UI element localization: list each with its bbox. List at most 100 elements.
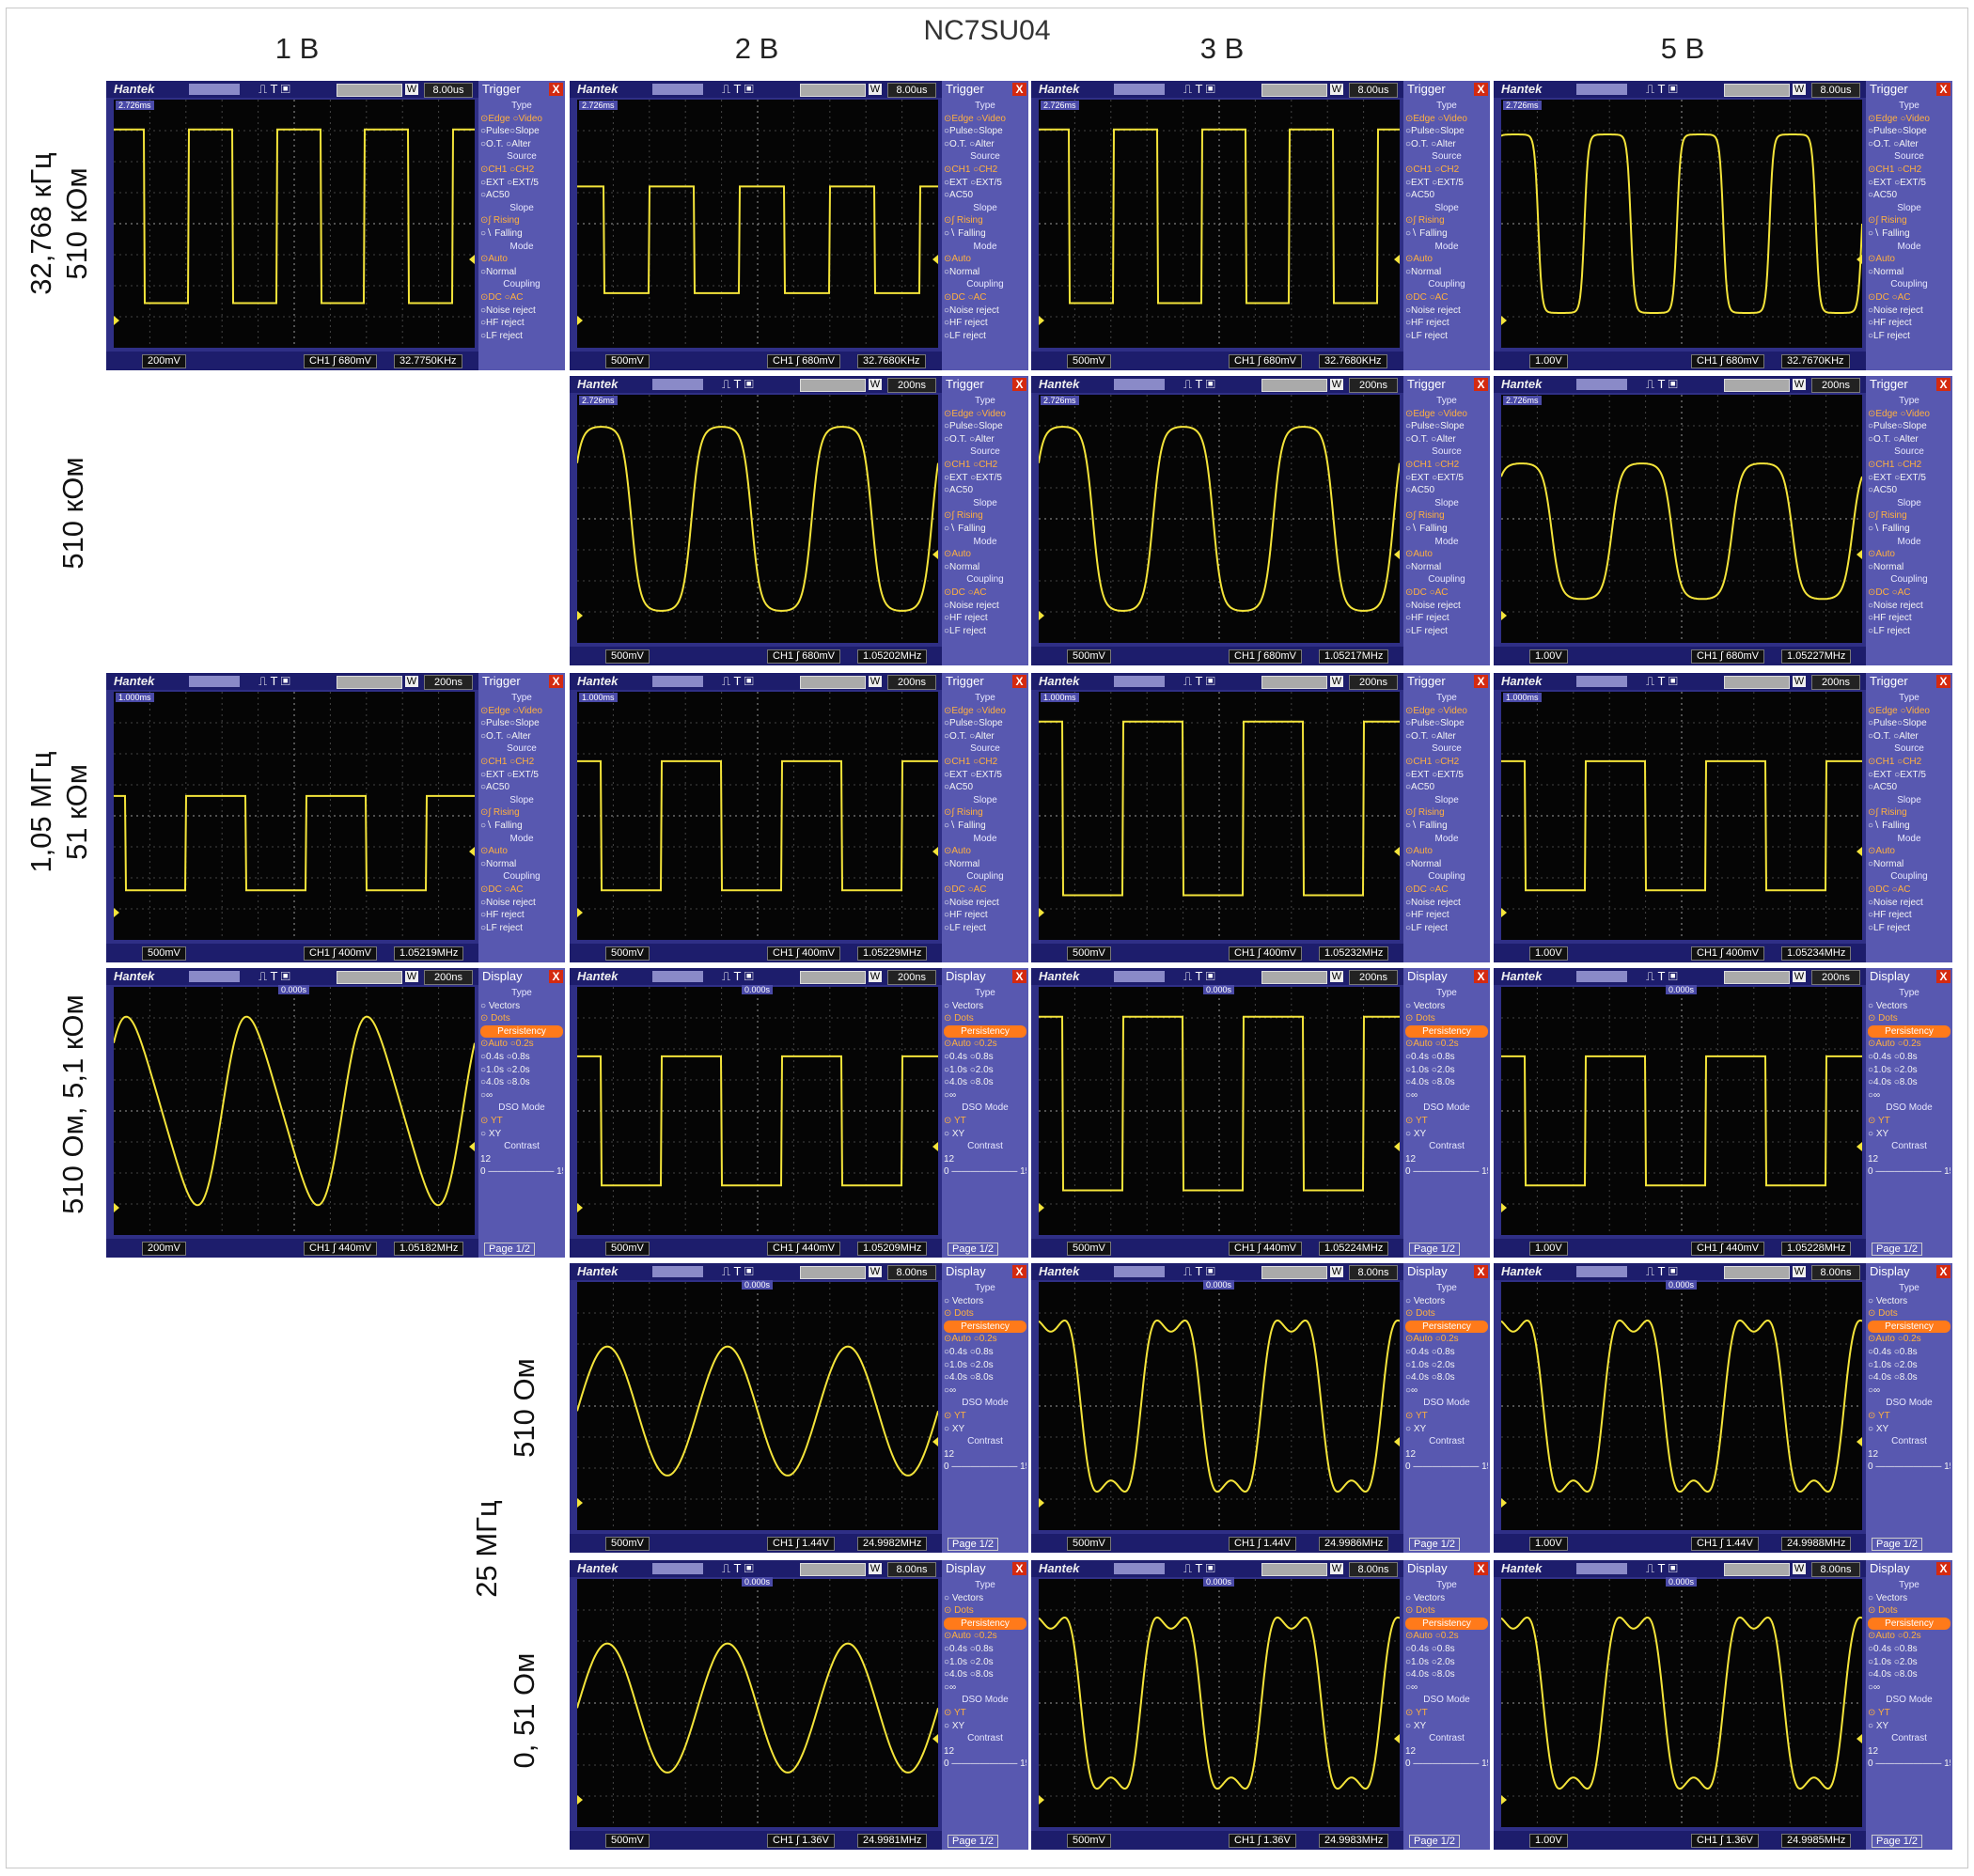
waveform-screen[interactable]: 0.000s [1038, 1577, 1401, 1827]
menu-item[interactable]: ⊙Edge ○Video [944, 113, 1026, 126]
menu-item[interactable]: ○∞ [944, 1681, 1026, 1695]
page-button[interactable]: Page 1/2 [948, 1243, 999, 1256]
waveform-screen[interactable]: 0.000s [577, 985, 938, 1235]
close-icon[interactable]: X [1936, 1265, 1950, 1278]
waveform-screen[interactable]: 1.000ms [114, 692, 475, 940]
menu-item[interactable]: ○O.T. ○Alter [1405, 730, 1488, 743]
menu-item[interactable]: ○Normal [944, 858, 1026, 871]
menu-item[interactable]: ○Normal [480, 858, 563, 871]
menu-item[interactable]: ⊙CH1 ○CH2 [1868, 164, 1950, 177]
menu-item[interactable]: ○∖ Falling [944, 227, 1026, 241]
run-control-icons[interactable] [1114, 84, 1165, 95]
menu-item[interactable]: ⊙ YT [1405, 1707, 1488, 1720]
menu-item[interactable]: ⊙ YT [1868, 1707, 1950, 1720]
menu-item[interactable]: ○AC50 [1868, 484, 1950, 497]
menu-item[interactable]: ○ Vectors [944, 1592, 1026, 1605]
menu-item[interactable]: ○ Vectors [944, 1295, 1026, 1308]
menu-item[interactable]: 0 ——————— 15 [1868, 1758, 1950, 1771]
menu-item[interactable]: ⊙Edge ○Video [480, 113, 563, 126]
waveform-screen[interactable]: 0.000s [113, 985, 476, 1235]
menu-item[interactable]: ○Pulse○Slope [480, 717, 563, 730]
menu-item[interactable]: ⊙CH1 ○CH2 [1405, 756, 1488, 769]
waveform-screen[interactable]: 2.726ms [1039, 100, 1400, 348]
ground-marker[interactable] [1501, 316, 1507, 325]
menu-item[interactable]: ⊙DC ○AC [480, 291, 563, 305]
trigger-icon[interactable]: ⎍ T ▣ [1646, 1264, 1678, 1279]
close-icon[interactable]: X [549, 970, 563, 983]
menu-item[interactable]: ○∞ [1868, 1089, 1950, 1102]
menu-item[interactable]: ⊙Auto [1868, 253, 1950, 266]
menu-item[interactable]: ⊙Auto ○0.2s [1405, 1038, 1488, 1051]
trigger-icon[interactable]: ⎍ T ▣ [722, 377, 754, 392]
close-icon[interactable]: X [1474, 1265, 1488, 1278]
menu-item[interactable]: ○O.T. ○Alter [480, 730, 563, 743]
menu-item[interactable]: ○0.4s ○0.8s [944, 1643, 1026, 1656]
menu-item[interactable]: ○LF reject [944, 922, 1026, 935]
menu-item[interactable]: ○0.4s ○0.8s [1405, 1051, 1488, 1064]
menu-item[interactable]: ⊙DC ○AC [1868, 291, 1950, 305]
menu-item[interactable]: Persistency [1405, 1617, 1488, 1631]
menu-item[interactable]: ○∞ [1405, 1384, 1488, 1398]
menu-item[interactable]: ○4.0s ○8.0s [944, 1371, 1026, 1384]
ground-marker[interactable] [1039, 611, 1044, 620]
menu-item[interactable]: ○O.T. ○Alter [1405, 138, 1488, 151]
menu-item[interactable]: ○0.4s ○0.8s [1868, 1051, 1950, 1064]
menu-item[interactable]: ○LF reject [944, 330, 1026, 343]
menu-item[interactable]: ⊙∫ Rising [1405, 806, 1488, 820]
menu-item[interactable]: ○∞ [1405, 1089, 1488, 1102]
menu-item[interactable]: ⊙ YT [944, 1707, 1026, 1720]
menu-item[interactable]: ○ XY [944, 1423, 1026, 1436]
waveform-screen[interactable]: 0.000s [576, 1577, 939, 1827]
trigger-icon[interactable]: ⎍ T ▣ [1646, 377, 1678, 392]
trigger-icon[interactable]: ⎍ T ▣ [1183, 82, 1215, 97]
menu-item[interactable]: ⊙∫ Rising [944, 214, 1026, 227]
menu-item[interactable]: 12 [1868, 1153, 1950, 1166]
menu-item[interactable]: ○ XY [944, 1720, 1026, 1733]
menu-item[interactable]: ⊙DC ○AC [944, 586, 1026, 600]
menu-item[interactable]: Persistency [1405, 1024, 1488, 1039]
menu-item[interactable]: ○HF reject [944, 612, 1026, 625]
trigger-level-marker[interactable] [932, 847, 938, 856]
menu-item[interactable]: ⊙Auto [944, 548, 1026, 561]
run-control-icons[interactable] [189, 84, 240, 95]
page-button[interactable]: Page 1/2 [484, 1243, 536, 1256]
menu-item[interactable]: 0 ——————— 15 [1405, 1461, 1488, 1474]
menu-item[interactable]: ⊙DC ○AC [1405, 586, 1488, 600]
trigger-level-marker[interactable] [1394, 847, 1400, 856]
menu-item[interactable]: ⊙Auto [480, 845, 563, 858]
menu-item[interactable]: ○ XY [1405, 1423, 1488, 1436]
trigger-icon[interactable]: ⎍ T ▣ [722, 82, 754, 97]
menu-item[interactable]: Persistency [944, 1024, 1026, 1039]
run-control-icons[interactable] [1576, 1266, 1627, 1277]
menu-item[interactable]: 12 [944, 1448, 1026, 1462]
menu-item[interactable]: ○EXT ○EXT/5 [1868, 177, 1950, 190]
menu-item[interactable]: ○1.0s ○2.0s [1868, 1359, 1950, 1372]
run-control-icons[interactable] [1576, 676, 1627, 687]
menu-item[interactable]: ○∞ [944, 1384, 1026, 1398]
close-icon[interactable]: X [1936, 1562, 1950, 1575]
menu-item[interactable]: ○4.0s ○8.0s [1868, 1668, 1950, 1681]
menu-item[interactable]: ○∖ Falling [1405, 227, 1488, 241]
close-icon[interactable]: X [1474, 378, 1488, 391]
menu-item[interactable]: ⊙∫ Rising [1868, 214, 1950, 227]
run-control-icons[interactable] [652, 1563, 703, 1574]
menu-item[interactable]: ○ XY [1868, 1720, 1950, 1733]
ground-marker[interactable] [577, 908, 583, 917]
menu-item[interactable]: ○Noise reject [1868, 600, 1950, 613]
menu-item[interactable]: ○LF reject [480, 330, 563, 343]
menu-item[interactable]: ○Pulse○Slope [1405, 717, 1488, 730]
menu-item[interactable]: ○EXT ○EXT/5 [944, 769, 1026, 782]
menu-item[interactable]: ○LF reject [944, 625, 1026, 638]
close-icon[interactable]: X [1474, 83, 1488, 96]
run-control-icons[interactable] [189, 676, 240, 687]
menu-item[interactable]: ○0.4s ○0.8s [1405, 1643, 1488, 1656]
menu-item[interactable]: ○1.0s ○2.0s [944, 1359, 1026, 1372]
ground-marker[interactable] [577, 1203, 583, 1212]
trigger-icon[interactable]: ⎍ T ▣ [1183, 1264, 1215, 1279]
trigger-level-marker[interactable] [1394, 550, 1400, 559]
run-control-icons[interactable] [652, 676, 703, 687]
run-control-icons[interactable] [1114, 676, 1165, 687]
menu-item[interactable]: 12 [1868, 1448, 1950, 1462]
ground-marker[interactable] [1039, 1795, 1044, 1805]
run-control-icons[interactable] [652, 971, 703, 982]
